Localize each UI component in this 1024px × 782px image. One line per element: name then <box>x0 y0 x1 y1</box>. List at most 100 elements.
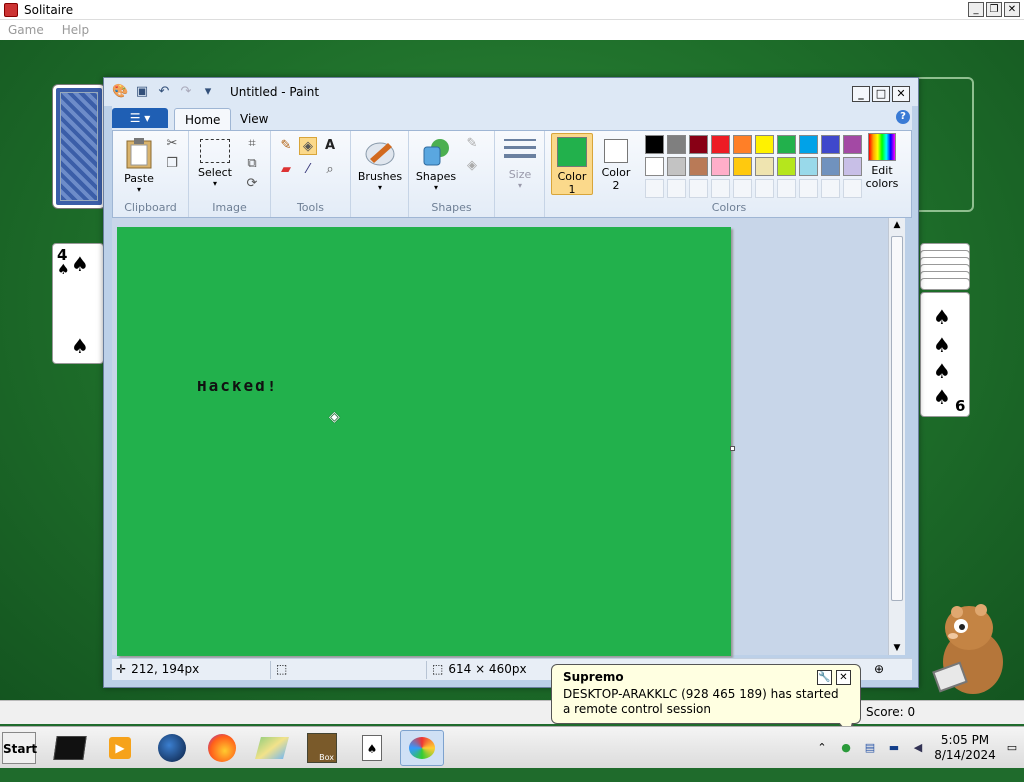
palette-swatch[interactable] <box>711 135 730 154</box>
tray-app-icon[interactable]: ▤ <box>862 740 878 756</box>
resize-handle[interactable] <box>730 446 735 451</box>
notification-close-icon[interactable]: ✕ <box>836 670 851 685</box>
drawing-canvas[interactable]: Hacked! ◈ <box>117 227 731 656</box>
pencil-icon[interactable]: ✎ <box>277 137 295 155</box>
tableau-card-right[interactable]: ♠ ♠ ♠ ♠ 6 <box>920 292 970 417</box>
taskbar-firefox-icon[interactable] <box>204 730 240 766</box>
crop-icon[interactable]: ⌗ <box>243 135 261 153</box>
clock[interactable]: 5:05 PM 8/14/2024 <box>934 733 996 763</box>
paint-window: 🎨 ▣ ↶ ↷ ▾ Untitled - Paint _ □ ✕ ☰ ▾ Hom… <box>103 77 919 688</box>
cut-icon[interactable]: ✂ <box>163 135 181 153</box>
palette-swatch[interactable] <box>733 157 752 176</box>
paint-menu-button[interactable]: ☰ ▾ <box>112 108 168 128</box>
hamster-mascot-icon[interactable] <box>925 598 1011 698</box>
palette-swatch[interactable] <box>799 135 818 154</box>
palette-swatch[interactable] <box>667 157 686 176</box>
help-icon[interactable]: ? <box>896 110 910 124</box>
menu-help[interactable]: Help <box>62 23 89 37</box>
palette-swatch[interactable] <box>799 157 818 176</box>
scroll-down-icon[interactable]: ▼ <box>889 641 905 655</box>
palette-swatch[interactable] <box>689 179 708 198</box>
palette-swatch[interactable] <box>645 179 664 198</box>
color-picker-icon[interactable]: ⁄ <box>299 161 317 179</box>
palette-swatch[interactable] <box>689 135 708 154</box>
brushes-button[interactable]: Brushes ▾ <box>355 137 405 192</box>
ribbon-tabs: ☰ ▾ Home View ? <box>112 106 912 130</box>
palette-swatch[interactable] <box>755 157 774 176</box>
color2-button[interactable]: Color 2 <box>597 136 635 192</box>
palette-swatch[interactable] <box>755 135 774 154</box>
stock-pile[interactable] <box>53 85 105 208</box>
palette-swatch[interactable] <box>755 179 774 198</box>
customize-toolbar-icon[interactable]: ▾ <box>200 84 216 100</box>
group-clipboard: Paste ▾ ✂ ❐ Clipboard <box>113 131 189 217</box>
paste-button[interactable]: Paste ▾ <box>119 137 159 194</box>
fill-icon[interactable]: ◈ <box>463 157 481 175</box>
scroll-thumb[interactable] <box>891 236 903 601</box>
shapes-button[interactable]: Shapes ▾ <box>413 137 459 192</box>
notification-balloon[interactable]: Supremo DESKTOP-ARAKKLC (928 465 189) ha… <box>551 664 861 737</box>
taskbar-solitaire-icon[interactable]: ♠ <box>354 730 390 766</box>
edit-colors-button[interactable]: Edit colors <box>857 133 907 190</box>
notifications-icon[interactable]: ▭ <box>1004 740 1020 756</box>
palette-swatch[interactable] <box>733 179 752 198</box>
menu-game[interactable]: Game <box>8 23 44 37</box>
taskbar-media-player-icon[interactable]: ▶ <box>102 730 138 766</box>
canvas-vertical-scrollbar[interactable]: ▲ ▼ <box>888 218 905 655</box>
solitaire-close-button[interactable]: ✕ <box>1004 2 1020 17</box>
palette-swatch[interactable] <box>777 135 796 154</box>
taskbar-globe-icon[interactable] <box>154 730 190 766</box>
palette-swatch[interactable] <box>799 179 818 198</box>
zoom-in-icon[interactable]: ⊕ <box>874 662 884 676</box>
network-icon[interactable]: ▬ <box>886 740 902 756</box>
solitaire-minimize-button[interactable]: _ <box>968 2 984 17</box>
palette-swatch[interactable] <box>821 179 840 198</box>
tray-expand-icon[interactable]: ⌃ <box>814 740 830 756</box>
palette-swatch[interactable] <box>777 179 796 198</box>
rotate-icon[interactable]: ⟳ <box>243 175 261 193</box>
tableau-card-stacked[interactable] <box>920 278 970 290</box>
color1-button[interactable]: Color 1 <box>551 133 593 196</box>
palette-swatch[interactable] <box>711 157 730 176</box>
palette-swatch[interactable] <box>733 135 752 154</box>
undo-icon[interactable]: ↶ <box>156 84 172 100</box>
color1-label: Color 1 <box>557 170 587 196</box>
redo-icon[interactable]: ↷ <box>178 84 194 100</box>
resize-icon[interactable]: ⧉ <box>243 155 261 173</box>
paint-maximize-button[interactable]: □ <box>872 86 890 102</box>
palette-swatch[interactable] <box>821 157 840 176</box>
select-button[interactable]: Select ▾ <box>195 139 235 188</box>
save-icon[interactable]: ▣ <box>134 84 150 100</box>
supremo-tray-icon[interactable]: ● <box>838 740 854 756</box>
start-button[interactable]: Start <box>2 732 37 764</box>
paint-minimize-button[interactable]: _ <box>852 86 870 102</box>
tableau-card-left[interactable]: 4 ♠ ♠ ♠ <box>52 243 104 364</box>
taskbar-paint-icon[interactable] <box>400 730 444 766</box>
palette-swatch[interactable] <box>645 157 664 176</box>
eraser-icon[interactable]: ▰ <box>277 161 295 179</box>
scroll-up-icon[interactable]: ▲ <box>889 218 905 232</box>
text-tool-icon[interactable]: A <box>321 137 339 155</box>
taskbar-map-icon[interactable] <box>254 730 290 766</box>
palette-swatch[interactable] <box>667 135 686 154</box>
notification-options-icon[interactable]: 🔧 <box>817 670 832 685</box>
paint-close-button[interactable]: ✕ <box>892 86 910 102</box>
palette-swatch[interactable] <box>777 157 796 176</box>
palette-swatch[interactable] <box>667 179 686 198</box>
palette-swatch[interactable] <box>711 179 730 198</box>
palette-swatch[interactable] <box>645 135 664 154</box>
solitaire-restore-button[interactable]: ❐ <box>986 2 1002 17</box>
outline-icon[interactable]: ✎ <box>463 135 481 153</box>
palette-swatch[interactable] <box>689 157 708 176</box>
volume-icon[interactable]: ◀ <box>910 740 926 756</box>
copy-icon[interactable]: ❐ <box>163 155 181 173</box>
shapes-icon <box>423 139 449 166</box>
size-button[interactable]: Size ▾ <box>501 137 539 190</box>
magnifier-icon[interactable]: ⌕ <box>321 161 339 179</box>
fill-bucket-icon[interactable]: ◈ <box>299 137 317 155</box>
palette-swatch[interactable] <box>821 135 840 154</box>
tab-home[interactable]: Home <box>174 108 232 130</box>
tab-view[interactable]: View <box>230 108 278 130</box>
taskbar-terminal-icon[interactable] <box>52 730 88 766</box>
taskbar-hamster-box-icon[interactable]: Box <box>304 730 340 766</box>
